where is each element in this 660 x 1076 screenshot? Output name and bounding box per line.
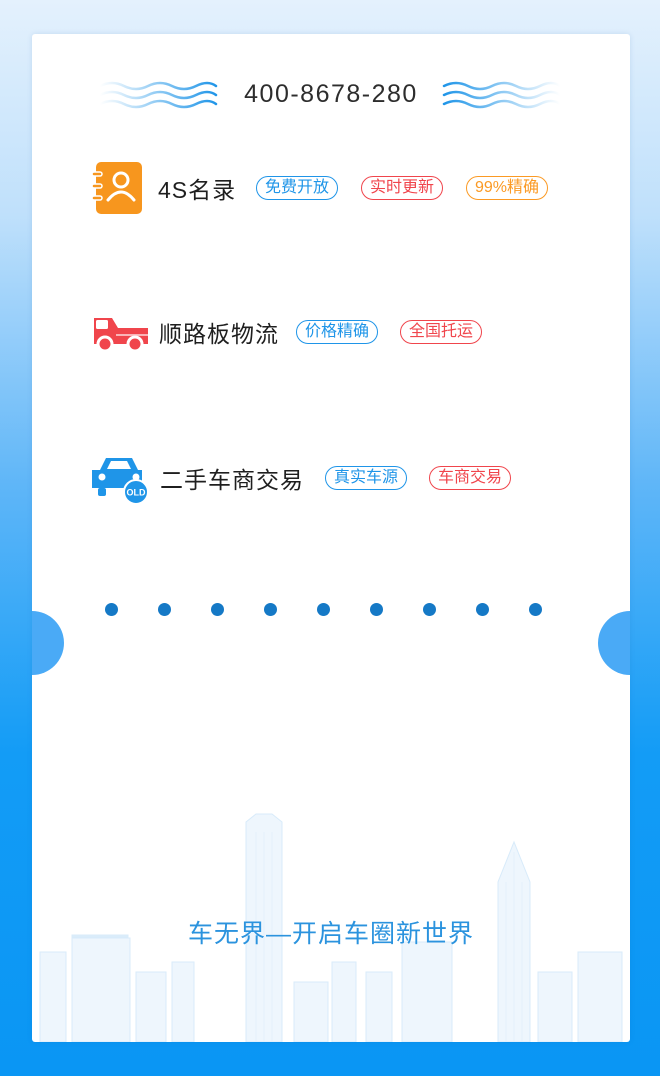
- tag-realtime-update: 实时更新: [361, 176, 444, 200]
- feature-logistics[interactable]: 顺路板物流 价格精确 全国托运: [90, 304, 610, 360]
- tag-nationwide-shipping: 全国托运: [400, 320, 483, 344]
- divider-dot: [264, 603, 277, 616]
- contact-book-icon: [91, 162, 142, 214]
- feature-used-car-trade[interactable]: OLD 二手车商交易 真实车源 车商交易: [90, 450, 610, 506]
- divider-dot: [158, 603, 171, 616]
- perforation-dots: [32, 603, 630, 617]
- ticket-notch-right: [598, 611, 630, 675]
- tag-real-source: 真实车源: [325, 466, 408, 490]
- divider-dot: [105, 603, 118, 616]
- divider-dot: [317, 603, 330, 616]
- feature-title: 顺路板物流: [159, 321, 279, 347]
- phone-row: 400-8678-280: [32, 78, 630, 114]
- feature-4s-directory[interactable]: 4S名录 免费开放 实时更新 99%精确: [90, 160, 610, 216]
- feature-title: 二手车商交易: [160, 467, 304, 493]
- divider-dot: [211, 603, 224, 616]
- feature-title: 4S名录: [158, 177, 237, 203]
- divider-dot: [423, 603, 436, 616]
- wave-decoration-right: [442, 81, 562, 109]
- old-badge-text: OLD: [127, 488, 146, 498]
- divider-dot: [529, 603, 542, 616]
- divider-dot: [476, 603, 489, 616]
- slogan: 车无界—开启车圈新世界: [187, 920, 474, 948]
- tag-price-accurate: 价格精确: [296, 320, 379, 344]
- ticket-card: 400-8678-280 4S名录 免费开放 实时更新 99%精确 顺路板物流 …: [32, 34, 630, 1042]
- tag-accuracy: 99%精确: [466, 176, 549, 200]
- ticket-notch-left: [32, 611, 64, 675]
- divider-dot: [370, 603, 383, 616]
- truck-icon: [94, 318, 148, 353]
- tag-dealer-trade: 车商交易: [429, 466, 512, 490]
- old-car-icon: OLD: [92, 458, 149, 505]
- tag-free-open: 免费开放: [256, 176, 339, 200]
